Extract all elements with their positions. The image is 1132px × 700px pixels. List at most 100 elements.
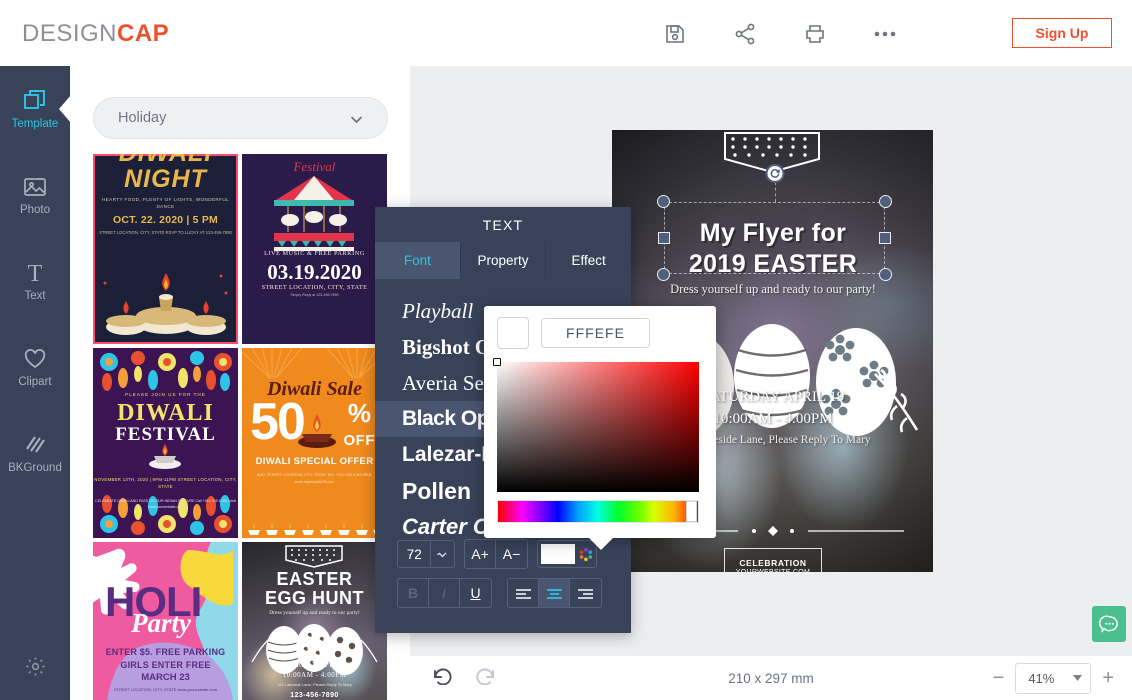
sidebar-item-clipart[interactable]: Clipart [0,324,70,410]
resize-handle-bottom-left[interactable] [657,268,670,281]
template-thumb[interactable]: Diwali Sale 50 % OFF DIWALI SPECIAL OFFE… [242,348,387,538]
sign-up-button[interactable]: Sign Up [1012,18,1112,48]
align-right-icon[interactable] [570,579,601,607]
tpl-date: OCT. 22. 2020 | 5 PM [113,214,218,226]
tab-property[interactable]: Property [461,242,547,279]
zoom-in-button[interactable]: + [1102,668,1114,688]
sidebar-item-label: Photo [19,203,51,216]
sidebar-item-label: Clipart [18,375,52,388]
diya-lamp-icon [298,414,336,448]
zoom-controls: − 41% + [993,662,1114,694]
category-dropdown[interactable]: Holiday [93,97,388,139]
lamp-row-illustration [248,522,385,535]
photo-icon [24,177,46,196]
chevron-down-icon [430,541,454,567]
sidebar-item-photo[interactable]: Photo [0,152,70,238]
font-size-value: 72 [406,546,422,562]
sidebar-item-label: Text [24,289,46,302]
text-format-row-1: 72 A+ A− [397,539,609,569]
zoom-out-button[interactable]: − [993,668,1005,688]
font-size-select[interactable]: 72 [397,540,455,568]
hue-slider[interactable] [497,500,699,523]
tab-font[interactable]: Font [375,242,461,279]
rotate-connector [774,182,776,202]
logo-text-design: DESIGN [22,20,118,47]
tpl-date: NOVEMBER 13TH, 2020 | 9PM-11PM STREET LO… [94,477,237,489]
more-icon[interactable] [850,16,920,52]
color-preview-swatch [497,317,529,349]
resize-handle-bottom-right[interactable] [879,268,892,281]
app-header: DESIGNCAP Sign Up [0,0,1132,66]
hue-slider-thumb[interactable] [686,501,697,522]
tpl-time: 10:00AM - 4:00PM [282,671,347,679]
tpl-date: MARCH 23 [141,672,190,683]
tpl-note: CELEBRATE DIWALI AND PASS ON OUR INDIAN … [95,499,236,509]
sidebar-item-bkground[interactable]: BKGround [0,410,70,496]
tpl-line: DIWALI SPECIAL OFFER [255,456,374,467]
sidebar-item-text[interactable]: T Text [0,238,70,324]
template-thumb[interactable]: HOLI Party ENTER $5. FREE PARKING GIRLS E… [93,542,238,700]
text-icon: T [28,261,43,286]
print-icon[interactable] [780,16,850,52]
italic-button[interactable]: I [429,579,460,607]
color-hex-input[interactable] [541,318,650,348]
text-style-group: B I U [397,578,492,608]
tpl-address: STREET LOCATION, CITY, STATE RSVP TO LUC… [99,230,232,235]
increase-font-size-button[interactable]: A+ [465,540,496,568]
zoom-level-select[interactable]: 41% [1015,662,1092,694]
tpl-address: STREET LOCATION, CITY, STATE www.yourweb… [114,687,217,692]
header-actions [640,16,920,52]
template-thumb[interactable]: EASTER EGG HUNT Dress yourself up and rea… [242,542,387,700]
diya-lamps-illustration [103,273,228,335]
template-thumb[interactable]: DIWALINIGHT HEARTY FOOD, PLENTY OF LIGHT… [93,154,238,344]
logo-text-cap: CAP [117,20,170,47]
color-picker-cursor[interactable] [493,358,501,366]
template-thumb[interactable]: Festival LIVE MUSIC & FREE PARKING 03.19… [242,154,387,344]
text-format-controls: 72 A+ A− B I U [375,539,631,633]
tpl-subtitle: HEARTY FOOD, PLENTY OF LIGHTS, WONDERFUL… [101,197,230,209]
resize-handle-top-right[interactable] [879,195,892,208]
zoom-level-value: 41% [1028,670,1055,686]
banner-icon [285,545,343,568]
rotate-icon[interactable] [765,164,784,183]
flyer-badge-line1: CELEBRATION [739,558,807,568]
color-picker-header [484,306,716,349]
align-left-icon[interactable] [508,579,539,607]
saturation-value-area[interactable] [493,358,699,492]
resize-handle-right[interactable] [879,232,891,244]
bottom-toolbar: 210 x 297 mm − 41% + [410,656,1132,700]
tpl-script: Party [131,608,191,638]
gear-icon[interactable] [0,646,70,686]
tpl-percent: % [347,398,371,428]
text-format-row-2: B I U [397,578,609,608]
bold-button[interactable]: B [398,579,429,607]
template-icon [24,89,45,109]
clipart-heart-icon [24,348,46,368]
flyer-time-text: 10:00AM - 4:00PM [713,411,833,427]
font-size-step-group: A+ A− [464,539,528,569]
chat-bubble-icon[interactable] [1092,606,1126,642]
flyer-badge[interactable]: CELEBRATION YOURWEBSITE.COM [724,548,822,572]
tpl-title-b: EGG HUNT [264,588,364,608]
resize-handle-left[interactable] [658,232,670,244]
share-icon[interactable] [710,16,780,52]
resize-handle-top-left[interactable] [657,195,670,208]
left-sidebar: Template Photo T Text Clipart BKGround [0,66,71,700]
save-icon[interactable] [640,16,710,52]
text-selection-box[interactable] [657,164,892,281]
svg-text:T: T [28,261,43,286]
tpl-line1: ENTER $5. FREE PARKING GIRLS ENTER FREE [93,646,238,672]
tpl-title: EASTER EGG HUNT [242,570,387,608]
color-picker-popup[interactable] [484,306,716,550]
sidebar-item-template[interactable]: Template [0,66,71,152]
underline-button[interactable]: U [460,579,491,607]
flyer-subtitle[interactable]: Dress yourself up and ready to our party… [622,282,924,297]
decrease-font-size-button[interactable]: A− [496,540,527,568]
align-center-icon[interactable] [539,579,570,607]
app-logo[interactable]: DESIGNCAP [22,20,169,48]
tab-effect[interactable]: Effect [546,242,631,279]
template-panel: Holiday DIWALI NIGHT HEARTY FOOD, PLENTY … [70,66,410,700]
tpl-pre: PLEASE JOIN US FOR THE [125,392,206,397]
template-thumb[interactable]: PLEASE JOIN US FOR THE DIWALI FESTIVAL N… [93,348,238,538]
template-grid: DIWALI NIGHT HEARTY FOOD, PLENTY OF LIGHT… [93,154,387,700]
